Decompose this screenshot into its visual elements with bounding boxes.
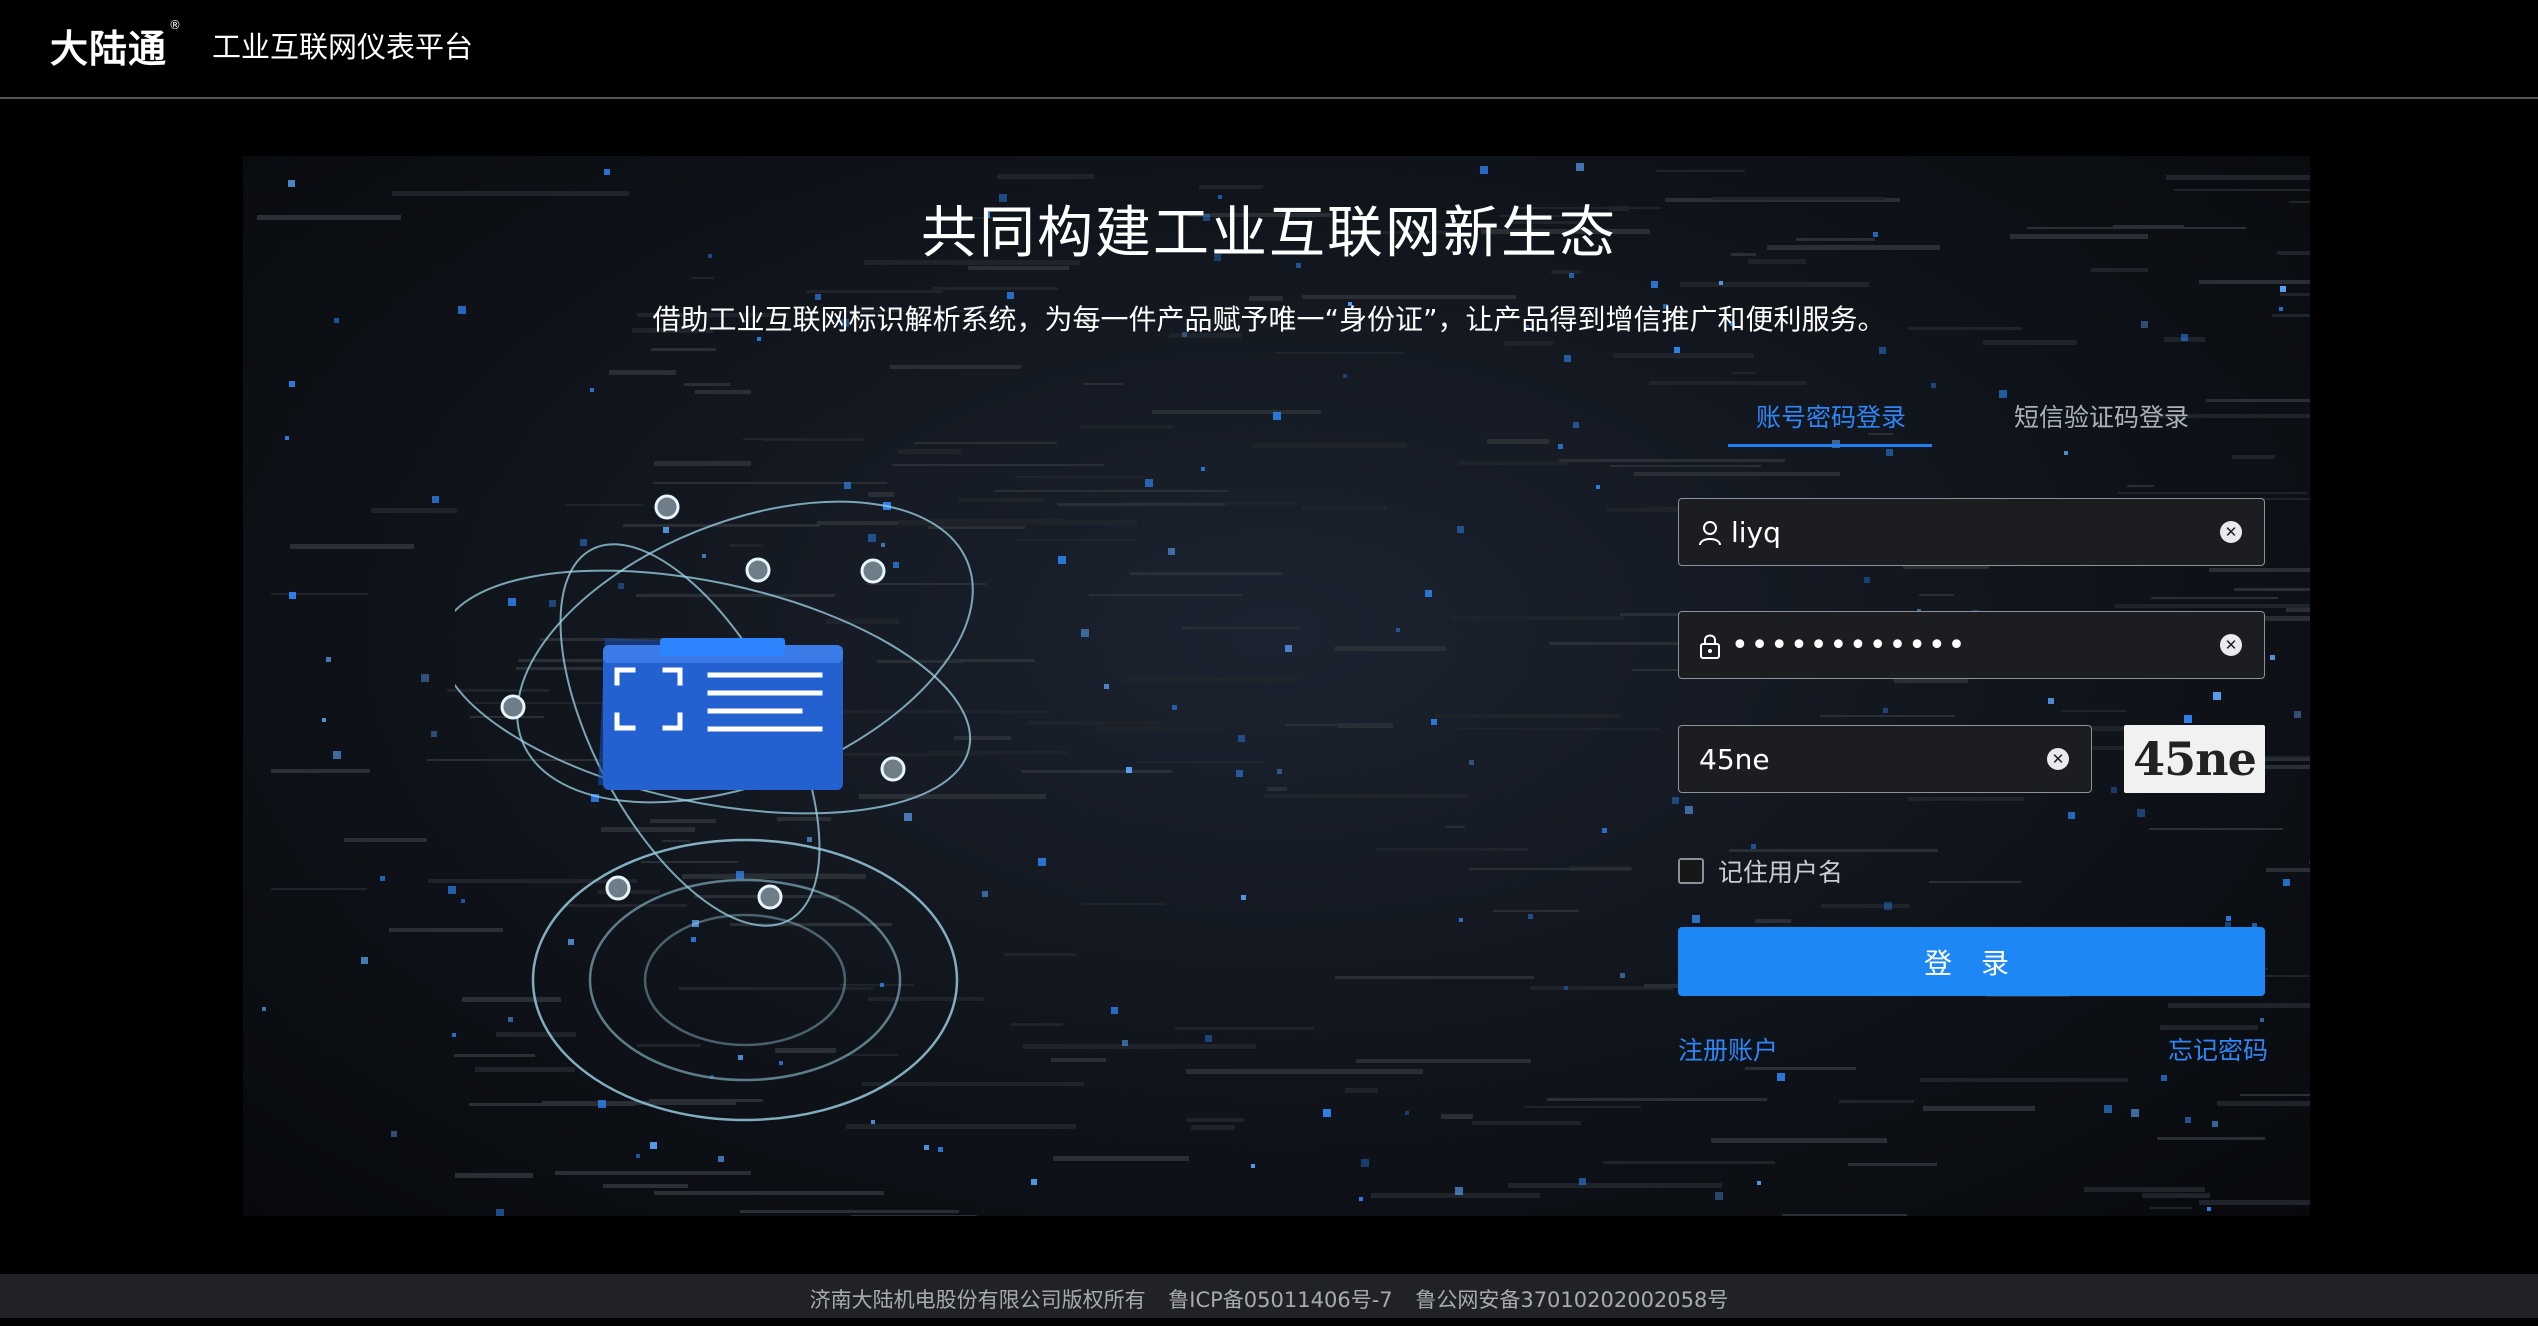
logo-text: 大陆通 <box>50 27 168 71</box>
username-field[interactable]: ✕ <box>1678 498 2265 566</box>
registered-mark: ® <box>169 18 183 32</box>
clear-icon[interactable]: ✕ <box>2220 521 2242 543</box>
captcha-field[interactable]: ✕ <box>1678 725 2092 793</box>
hero-title: 共同构建工业互联网新生态 <box>921 201 1617 266</box>
footer-icp[interactable]: 鲁ICP备05011406号-7 <box>1168 1288 1392 1312</box>
clear-icon[interactable]: ✕ <box>2220 634 2242 656</box>
password-input[interactable] <box>1731 612 2206 678</box>
remember-checkbox[interactable] <box>1678 858 1704 884</box>
footer-copyright: 济南大陆机电股份有限公司版权所有 <box>809 1288 1146 1312</box>
hero-subtitle: 借助工业互联网标识解析系统，为每一件产品赋予唯一“身份证”，让产品得到增信推广和… <box>652 303 1886 336</box>
top-bar: 大陆通® 工业互联网仪表平台 <box>0 0 2538 99</box>
lock-icon <box>1700 634 1720 659</box>
active-tab-indicator <box>1728 444 1932 447</box>
login-button[interactable]: 登 录 <box>1678 927 2265 996</box>
clear-icon[interactable]: ✕ <box>2047 748 2069 770</box>
forgot-password-link[interactable]: 忘记密码 <box>2168 1031 2268 1067</box>
brand-logo[interactable]: 大陆通® <box>50 18 182 73</box>
captcha-image[interactable]: 45ne <box>2124 725 2265 793</box>
platform-name: 工业互联网仪表平台 <box>212 30 474 64</box>
username-input[interactable] <box>1731 499 2206 565</box>
footer: 济南大陆机电股份有限公司版权所有 鲁ICP备05011406号-7 鲁公网安备3… <box>0 1274 2538 1318</box>
remember-username[interactable]: 记住用户名 <box>1678 856 1844 887</box>
captcha-input[interactable] <box>1699 726 2031 792</box>
register-link[interactable]: 注册账户 <box>1678 1031 1778 1067</box>
footer-police[interactable]: 鲁公网安备37010202002058号 <box>1415 1288 1728 1312</box>
password-field[interactable]: ✕ <box>1678 611 2265 679</box>
tab-sms-code[interactable]: 短信验证码登录 <box>2014 398 2189 434</box>
remember-label: 记住用户名 <box>1718 858 1844 887</box>
tab-account-password[interactable]: 账号密码登录 <box>1756 398 1906 434</box>
user-icon <box>1699 521 1721 546</box>
identity-card-illustration <box>455 494 974 1122</box>
